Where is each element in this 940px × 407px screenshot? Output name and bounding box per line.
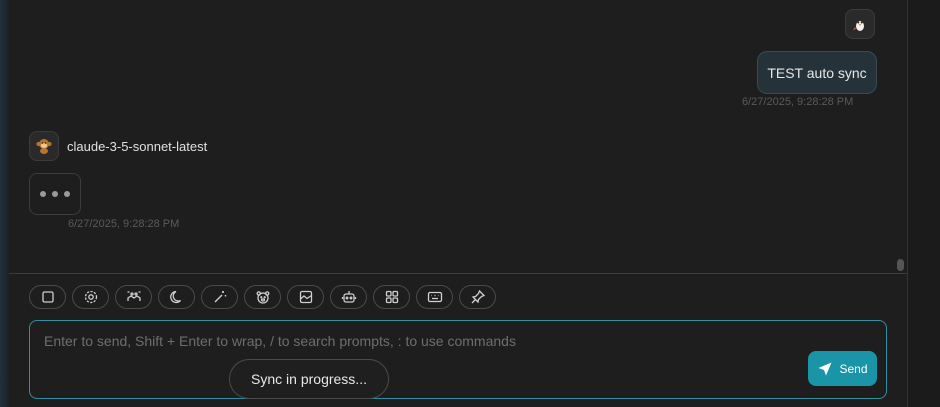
monkey-avatar-icon xyxy=(36,139,52,154)
magic-wand-icon xyxy=(214,291,226,303)
grid-button[interactable] xyxy=(373,285,410,309)
bear-icon xyxy=(256,291,269,304)
bot-model-name: claude-3-5-sonnet-latest xyxy=(67,139,208,154)
chat-input-divider xyxy=(9,273,907,274)
chat-area xyxy=(9,0,907,273)
grid-icon xyxy=(385,290,398,304)
settings-icon xyxy=(84,290,97,304)
bot-typing-indicator xyxy=(29,173,81,215)
scrollbar-thumb[interactable] xyxy=(897,259,904,271)
user-message-timestamp: 6/27/2025, 9:28:28 PM xyxy=(742,96,854,108)
moon-icon xyxy=(169,290,181,304)
user-message-text: TEST auto sync xyxy=(767,64,867,81)
image-icon xyxy=(299,290,312,304)
theme-button[interactable] xyxy=(158,285,195,309)
image-button[interactable] xyxy=(287,285,324,309)
pin-button[interactable] xyxy=(459,285,496,309)
left-edge-panel xyxy=(0,0,9,407)
magic-button[interactable] xyxy=(201,285,238,309)
stop-icon xyxy=(41,291,54,303)
user-message-bubble: TEST auto sync xyxy=(757,51,877,94)
send-arrow-icon xyxy=(818,362,832,375)
mask-button[interactable] xyxy=(115,285,152,309)
bot-avatar[interactable] xyxy=(29,131,59,161)
typing-dot xyxy=(64,191,70,197)
send-button-label: Send xyxy=(839,361,868,376)
settings-button[interactable] xyxy=(72,285,109,309)
robot-button[interactable] xyxy=(330,285,367,309)
sync-toast: Sync in progress... xyxy=(229,359,389,399)
chat-toolbar xyxy=(29,285,496,309)
bot-message-timestamp: 6/27/2025, 9:28:28 PM xyxy=(68,218,180,230)
typing-dot xyxy=(52,191,58,197)
right-edge-panel xyxy=(907,0,940,407)
pin-icon xyxy=(471,289,485,304)
chat-input-container xyxy=(29,320,887,399)
send-button[interactable]: Send xyxy=(808,351,877,386)
user-avatar[interactable] xyxy=(845,9,875,39)
bear-button[interactable] xyxy=(244,285,281,309)
chat-input[interactable] xyxy=(30,321,790,381)
mask-icon xyxy=(126,291,141,301)
stop-button[interactable] xyxy=(29,285,66,309)
robot-icon xyxy=(341,291,356,303)
keyboard-icon xyxy=(427,291,442,303)
typing-dot xyxy=(40,191,46,197)
penguin-avatar-icon xyxy=(853,18,866,32)
sync-toast-text: Sync in progress... xyxy=(251,371,367,387)
keyboard-button[interactable] xyxy=(416,285,453,309)
